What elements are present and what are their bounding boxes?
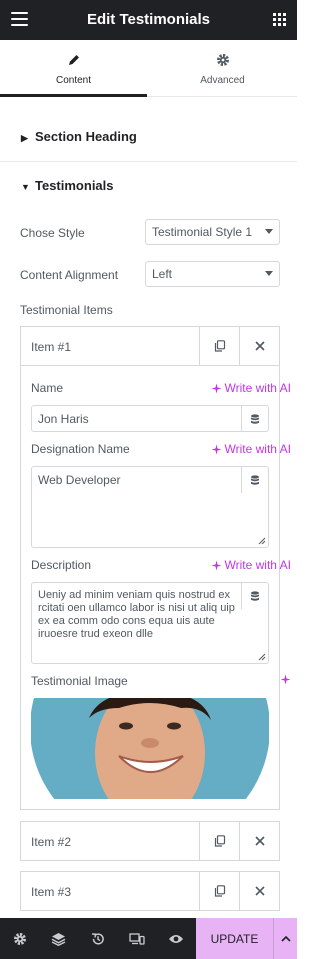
resize-handle-icon[interactable] [258, 653, 266, 661]
content-alignment-select[interactable]: Left [145, 261, 280, 287]
remove-button[interactable] [239, 872, 279, 910]
write-with-ai-button[interactable]: Write with AI [211, 381, 291, 395]
repeater-item[interactable]: Item #3 [20, 871, 280, 911]
database-icon [251, 413, 259, 424]
chevron-up-icon [280, 935, 291, 942]
testimonials-section-title: Testimonials [35, 178, 114, 193]
duplicate-button[interactable] [199, 822, 239, 860]
save-options-button[interactable] [273, 918, 297, 959]
editor-header: Edit Testimonials [0, 0, 297, 40]
description-textarea[interactable]: Ueniy ad minim veniam quis nostrud ex rc… [31, 582, 269, 664]
settings-gear-icon[interactable] [11, 930, 28, 947]
write-with-ai-button[interactable]: Write with AI [211, 442, 291, 456]
tab-advanced[interactable]: Advanced [149, 40, 296, 97]
name-value: Jon Haris [38, 412, 89, 426]
close-icon [254, 886, 265, 896]
responsive-mode-icon[interactable] [128, 930, 145, 947]
chose-style-select[interactable]: Testimonial Style 1 [145, 219, 280, 245]
pencil-icon [0, 53, 147, 71]
preview-eye-icon[interactable] [167, 930, 184, 947]
content-alignment-label: Content Alignment [20, 268, 119, 282]
person-portrait-image [31, 698, 269, 799]
designation-label: Designation Name [31, 442, 130, 456]
write-with-ai-button[interactable]: Write with AI [211, 558, 291, 572]
editor-footer: UPDATE [0, 918, 297, 959]
ai-sparkle-icon [211, 383, 222, 393]
chevron-down-icon [265, 271, 273, 276]
duplicate-button[interactable] [199, 327, 239, 365]
caret-right-icon: ▶ [21, 133, 28, 143]
history-icon[interactable] [89, 930, 106, 947]
repeater-item-title: Item #1 [31, 340, 72, 354]
designation-textarea[interactable]: Web Developer [31, 466, 269, 548]
name-label: Name [31, 381, 64, 395]
chose-style-value: Testimonial Style 1 [152, 225, 253, 239]
description-label: Description [31, 558, 92, 572]
repeater-item-title: Item #2 [31, 835, 72, 849]
repeater-item-title: Item #3 [31, 885, 72, 899]
chose-style-label: Chose Style [20, 226, 85, 240]
testimonial-image-preview[interactable] [31, 698, 269, 799]
panel-tabs: Content Advanced [0, 40, 297, 97]
duplicate-button[interactable] [199, 872, 239, 910]
write-with-ai-label: Write with AI [224, 381, 291, 395]
caret-down-icon: ▼ [21, 182, 30, 192]
dynamic-tags-button[interactable] [241, 406, 268, 431]
tab-content[interactable]: Content [0, 40, 147, 97]
ai-image-button[interactable] [280, 674, 291, 685]
testimonial-items-label: Testimonial Items [20, 303, 113, 317]
database-icon [251, 474, 259, 485]
ai-sparkle-icon [211, 444, 222, 454]
resize-handle-icon[interactable] [258, 537, 266, 545]
database-icon [251, 590, 259, 601]
gear-icon [149, 53, 296, 71]
description-value: Ueniy ad minim veniam quis nostrud ex rc… [38, 589, 235, 640]
widgets-grid-icon[interactable] [273, 13, 286, 26]
tab-content-label: Content [55, 75, 92, 86]
close-icon [254, 341, 265, 351]
remove-button[interactable] [239, 822, 279, 860]
designation-value: Web Developer [38, 473, 121, 487]
tab-advanced-label: Advanced [200, 75, 245, 86]
remove-button[interactable] [239, 327, 279, 365]
write-with-ai-label: Write with AI [224, 442, 291, 456]
copy-icon [214, 885, 225, 897]
panel-title: Edit Testimonials [86, 11, 211, 28]
copy-icon [214, 835, 225, 847]
ai-sparkle-icon [211, 560, 222, 570]
content-alignment-value: Left [152, 267, 173, 281]
chevron-down-icon [265, 229, 273, 234]
ai-sparkle-icon [280, 674, 291, 685]
section-heading-toggle[interactable]: ▶ Section Heading [0, 113, 297, 163]
layers-icon[interactable] [50, 930, 67, 947]
update-button[interactable]: UPDATE [196, 918, 273, 959]
copy-icon [214, 340, 225, 352]
testimonials-section-toggle[interactable]: ▼ Testimonials [0, 162, 297, 212]
testimonial-image-label: Testimonial Image [31, 674, 128, 688]
close-icon [254, 836, 265, 846]
write-with-ai-label: Write with AI [224, 558, 291, 572]
repeater-item[interactable]: Item #2 [20, 821, 280, 861]
dynamic-tags-button[interactable] [241, 583, 268, 609]
repeater-item[interactable]: Item #1 [20, 326, 280, 366]
name-input[interactable]: Jon Haris [31, 405, 269, 432]
dynamic-tags-button[interactable] [241, 467, 268, 493]
section-heading-title: Section Heading [35, 129, 137, 144]
